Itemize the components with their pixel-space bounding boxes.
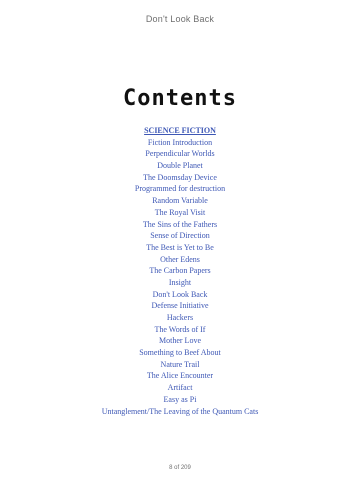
toc-link[interactable]: Fiction Introduction [0, 137, 360, 149]
toc-link[interactable]: Artifact [0, 382, 360, 394]
book-title: Don't Look Back [145, 14, 215, 24]
toc-link[interactable]: The Sins of the Fathers [0, 219, 360, 231]
toc-section-link[interactable]: SCIENCE FICTION [0, 125, 360, 137]
toc-link[interactable]: Defense Initiative [0, 300, 360, 312]
toc-link[interactable]: Hackers [0, 312, 360, 324]
toc-link[interactable]: Untanglement/The Leaving of the Quantum … [0, 406, 360, 418]
toc-link[interactable]: Programmed for destruction [0, 183, 360, 195]
toc-link[interactable]: Insight [0, 277, 360, 289]
toc-link[interactable]: Mother Love [0, 335, 360, 347]
page-indicator: 8 of 209 [169, 465, 191, 471]
toc-link[interactable]: The Royal Visit [0, 207, 360, 219]
toc-link[interactable]: Double Planet [0, 160, 360, 172]
toc-link[interactable]: Other Edens [0, 254, 360, 266]
toc-link[interactable]: Perpendicular Worlds [0, 148, 360, 160]
toc-link[interactable]: The Doomsday Device [0, 172, 360, 184]
toc-link[interactable]: Something to Beef About [0, 347, 360, 359]
toc-link[interactable]: Sense of Direction [0, 230, 360, 242]
toc-link[interactable]: Easy as Pi [0, 394, 360, 406]
toc-link[interactable]: The Best is Yet to Be [0, 242, 360, 254]
toc-link[interactable]: Nature Trail [0, 359, 360, 371]
table-of-contents: SCIENCE FICTION Fiction Introduction Per… [0, 125, 360, 417]
toc-link[interactable]: The Carbon Papers [0, 265, 360, 277]
toc-link[interactable]: The Words of If [0, 324, 360, 336]
toc-link[interactable]: Don't Look Back [0, 289, 360, 301]
contents-heading: Contents [123, 86, 237, 111]
toc-link[interactable]: Random Variable [0, 195, 360, 207]
toc-link[interactable]: The Alice Encounter [0, 370, 360, 382]
